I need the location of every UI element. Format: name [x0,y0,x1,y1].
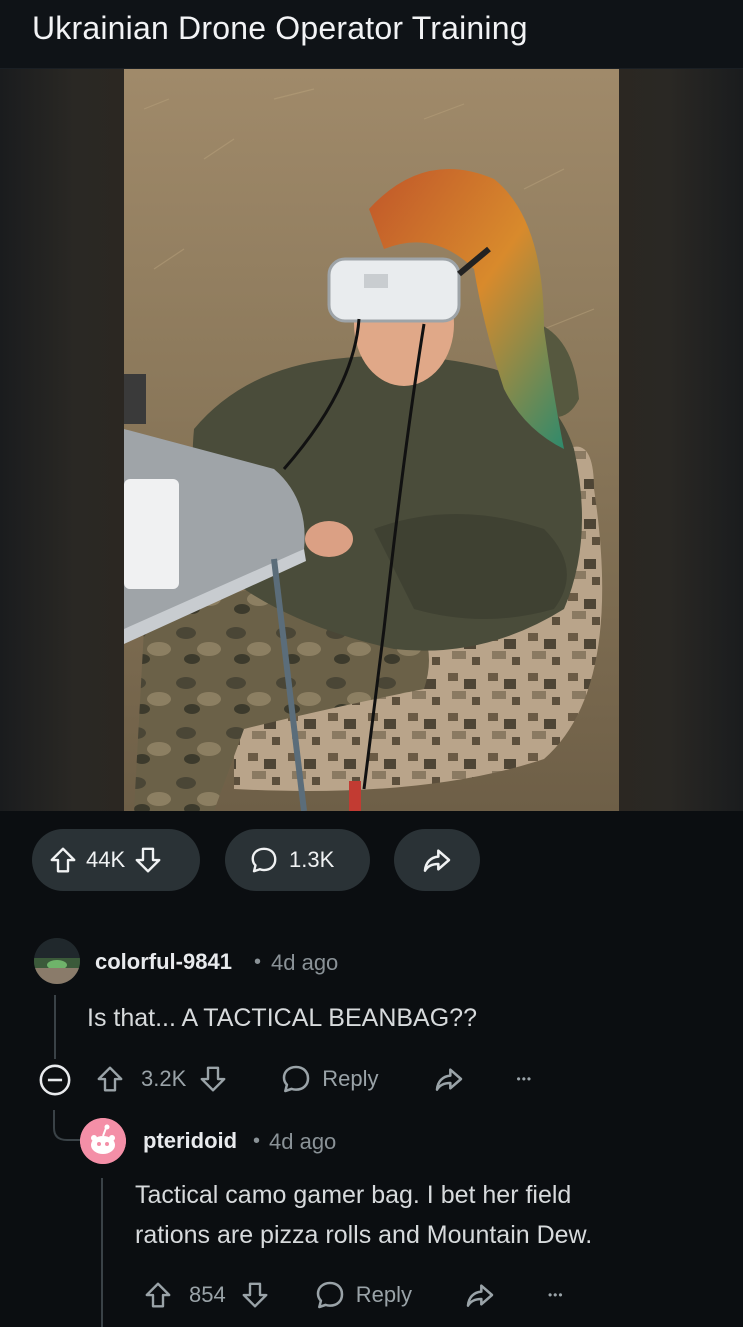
more-options-icon[interactable]: ••• [548,1288,564,1302]
share-icon [423,849,451,872]
reply-button[interactable]: Reply [280,1063,379,1095]
comment-body-line-1: Tactical camo gamer bag. I bet her field [135,1181,572,1209]
reply-bubble-icon [282,1065,310,1093]
more-options-icon[interactable]: ••• [517,1072,533,1086]
comment-actions: 3.2K Reply ••• [95,1062,532,1096]
reply-label: Reply [355,1282,412,1307]
reply-label: Reply [322,1066,379,1091]
comment-body: Is that... A TACTICAL BEANBAG?? [87,1004,477,1032]
upvote-icon[interactable] [143,1280,173,1310]
post-comment-count: 1.3K [289,847,335,872]
comment-bubble-icon [251,847,277,873]
collapse-thread-icon[interactable] [38,1063,72,1097]
post-media[interactable] [0,69,743,811]
comment-age: 4d ago [269,1129,337,1154]
downvote-icon[interactable] [198,1064,228,1094]
thread-line [54,995,56,1059]
comment-1: colorful-9841 • 4d ago Is that... A TACT… [0,935,743,1097]
comment-author[interactable]: colorful-9841 [95,949,232,975]
downvote-icon[interactable] [133,845,163,875]
comment-vote-count: 854 [189,1282,226,1307]
upvote-icon[interactable] [48,845,78,875]
share-icon[interactable] [433,1063,465,1095]
post-comments-button[interactable]: 1.3K [225,829,370,891]
comment-age: 4d ago [271,950,339,975]
separator-dot: • [253,1130,261,1152]
upvote-icon[interactable] [95,1064,125,1094]
downvote-icon[interactable] [240,1280,270,1310]
avatar[interactable] [80,1118,126,1164]
comment-actions: 854 Reply ••• [143,1278,564,1312]
avatar[interactable] [34,938,80,984]
thread-line [101,1178,103,1327]
post-upvote-count: 44K [86,847,126,872]
post-share-button[interactable] [394,829,480,891]
post-image[interactable] [124,69,619,811]
reply-bubble-icon [316,1281,343,1309]
reply-button[interactable]: Reply [314,1279,412,1311]
comment-author[interactable]: pteridoid [143,1128,237,1154]
post-title: Ukrainian Drone Operator Training [32,10,528,46]
title-bar: Ukrainian Drone Operator Training [0,0,743,69]
post-vote-control: 44K [32,829,200,891]
comment-body-line-2: rations are pizza rolls and Mountain Dew… [135,1221,593,1249]
comment-2: pteridoid • 4d ago Tactical camo gamer b… [0,1110,743,1327]
comment-vote-count: 3.2K [141,1066,187,1091]
separator-dot: • [254,951,262,973]
share-icon[interactable] [464,1279,496,1311]
